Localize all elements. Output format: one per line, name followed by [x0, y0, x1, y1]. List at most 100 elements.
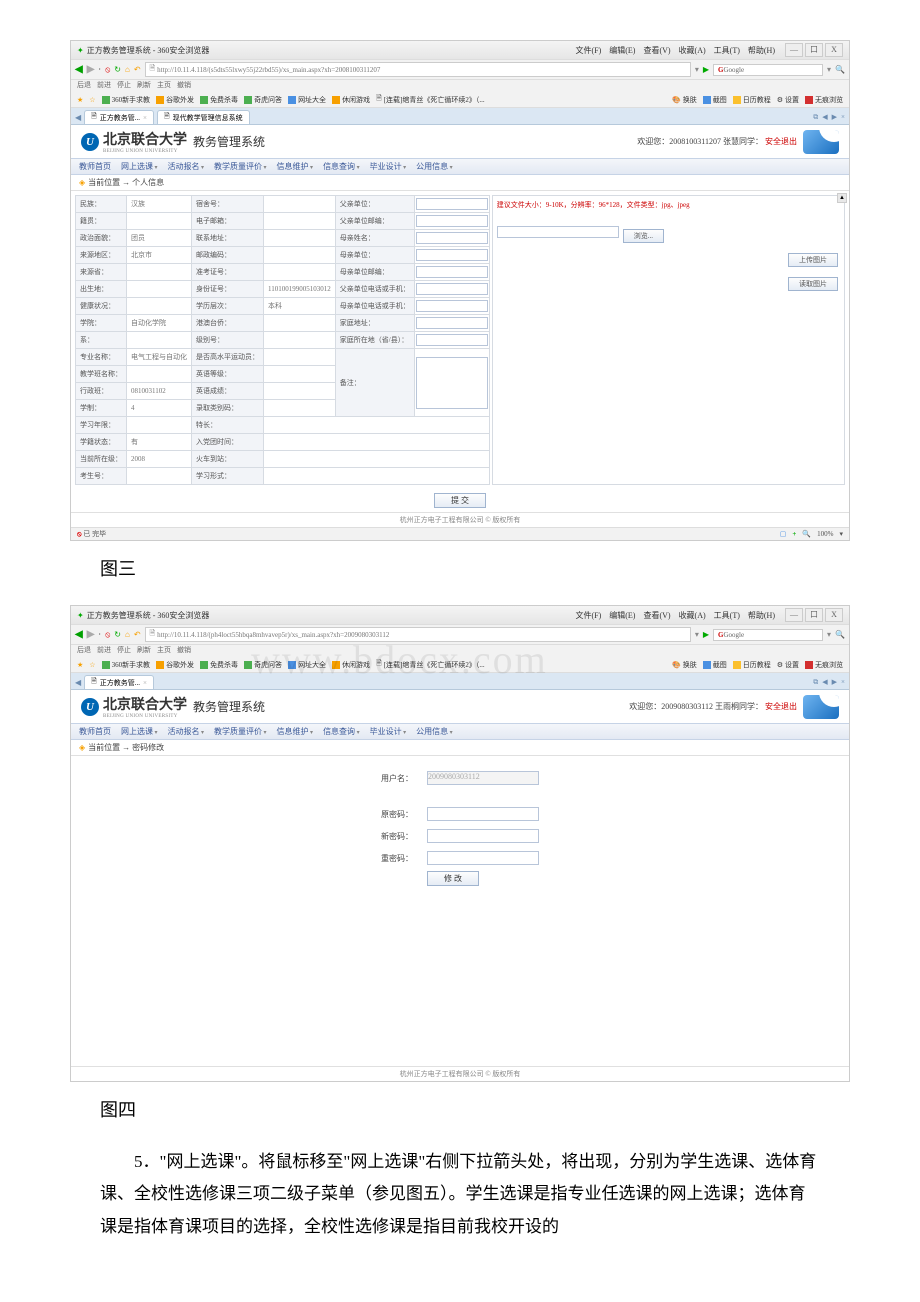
- input-remark[interactable]: [416, 357, 488, 409]
- input-mother-zip[interactable]: [416, 266, 488, 278]
- address-bar[interactable]: 🗎 http://10.11.4.118/(s5dts55lxwy55j22rb…: [145, 62, 691, 77]
- tab-1[interactable]: 🗎 正方教务管... ×: [84, 110, 154, 124]
- load-image-button[interactable]: 读取图片: [788, 277, 838, 291]
- restore-button[interactable]: 口: [805, 608, 823, 622]
- bm-capture[interactable]: 截图: [703, 95, 727, 105]
- bm-4[interactable]: 奇虎问答: [244, 659, 282, 670]
- tabstrip-icon[interactable]: ▶: [832, 678, 837, 687]
- menu-edit[interactable]: 编辑(E): [609, 610, 635, 621]
- bm-calendar[interactable]: 日历教程: [733, 660, 771, 670]
- status-add-icon[interactable]: +: [792, 530, 796, 538]
- star-add-icon[interactable]: ☆: [89, 96, 95, 104]
- menu-grad-design[interactable]: 毕业设计: [370, 726, 407, 737]
- zoom-icon[interactable]: 🔍: [802, 530, 811, 538]
- go-button[interactable]: ▶: [703, 65, 709, 74]
- restore-tab-button[interactable]: ↶: [134, 630, 141, 639]
- home-button[interactable]: ⌂: [125, 630, 130, 639]
- minimize-button[interactable]: —: [785, 43, 803, 57]
- go-button[interactable]: ▶: [703, 630, 709, 639]
- menu-tools[interactable]: 工具(T): [714, 610, 740, 621]
- menu-tools[interactable]: 工具(T): [714, 45, 740, 56]
- minimize-button[interactable]: —: [785, 608, 803, 622]
- bm-7[interactable]: 🗎[连载]绾青丝《死亡循环续2》（...: [376, 659, 485, 670]
- menu-favorites[interactable]: 收藏(A): [679, 610, 706, 621]
- close-button[interactable]: X: [825, 608, 843, 622]
- search-box[interactable]: G Google: [713, 64, 823, 76]
- menu-info-query[interactable]: 信息查询: [323, 726, 360, 737]
- browse-button[interactable]: 浏览...: [623, 229, 664, 243]
- address-bar[interactable]: 🗎 http://10.11.4.118/(ph4loct55hbqa8mhva…: [145, 627, 691, 642]
- input-mother-unit[interactable]: [416, 249, 488, 261]
- submit-button[interactable]: 提 交: [434, 493, 486, 508]
- logout-link[interactable]: 安全退出: [765, 702, 797, 711]
- menu-public-info[interactable]: 公用信息: [416, 726, 453, 737]
- menu-grad-design[interactable]: 毕业设计: [370, 161, 407, 172]
- menu-activity[interactable]: 活动报名: [168, 726, 205, 737]
- menu-home[interactable]: 教师首页: [79, 161, 111, 172]
- star-icon[interactable]: ★: [77, 661, 83, 669]
- tab-close-icon[interactable]: ×: [143, 679, 147, 687]
- input-mother-name[interactable]: [416, 232, 488, 244]
- tab-close-icon[interactable]: ×: [143, 114, 147, 122]
- reload-button[interactable]: ↻: [114, 65, 121, 74]
- menu-quality[interactable]: 教学质量评价: [214, 726, 267, 737]
- status-download-icon[interactable]: ▢: [780, 530, 787, 538]
- bm-1[interactable]: 360新手求教: [102, 659, 151, 670]
- menu-view[interactable]: 查看(V): [643, 45, 670, 56]
- input-father-zip[interactable]: [416, 215, 488, 227]
- bm-skin[interactable]: 🎨换肤: [672, 95, 697, 105]
- tabstrip-icon[interactable]: ◀: [822, 678, 827, 687]
- tabstrip-icon[interactable]: ◀: [822, 113, 827, 122]
- menu-info-maintain[interactable]: 信息维护: [277, 726, 314, 737]
- input-mother-phone[interactable]: [416, 300, 488, 312]
- old-password-input[interactable]: [427, 807, 539, 821]
- bm-3[interactable]: 免费杀毒: [200, 94, 238, 105]
- menu-favorites[interactable]: 收藏(A): [679, 45, 706, 56]
- bm-incognito[interactable]: 无痕浏览: [805, 95, 843, 105]
- bm-settings[interactable]: ⚙设置: [777, 95, 799, 105]
- tab-2[interactable]: 🗎 现代教学管理信息系统: [157, 110, 250, 124]
- stop-button[interactable]: ⦸: [105, 630, 110, 640]
- tabstrip-icon[interactable]: ×: [841, 678, 845, 687]
- bm-calendar[interactable]: 日历教程: [733, 95, 771, 105]
- search-glass-icon[interactable]: 🔍: [835, 630, 845, 639]
- back-button[interactable]: ◀: [75, 629, 83, 640]
- menu-activity[interactable]: 活动报名: [168, 161, 205, 172]
- url-dropdown-icon[interactable]: ▾: [695, 630, 699, 639]
- input-family-addr[interactable]: [416, 317, 488, 329]
- tabstrip-icon[interactable]: ×: [841, 113, 845, 122]
- menu-course-select[interactable]: 网上选课: [121, 161, 158, 172]
- bm-2[interactable]: 谷歌外发: [156, 94, 194, 105]
- bm-7[interactable]: 🗎[连载]绾青丝《死亡循环续2》（...: [376, 94, 485, 105]
- menu-edit[interactable]: 编辑(E): [609, 45, 635, 56]
- tab-nav-left[interactable]: ◀: [75, 678, 81, 687]
- input-father-phone[interactable]: [416, 283, 488, 295]
- tabstrip-icon[interactable]: ⧉: [813, 678, 818, 687]
- menu-file[interactable]: 文件(F): [575, 610, 601, 621]
- bm-2[interactable]: 谷歌外发: [156, 659, 194, 670]
- bm-4[interactable]: 奇虎问答: [244, 94, 282, 105]
- bm-3[interactable]: 免费杀毒: [200, 659, 238, 670]
- menu-quality[interactable]: 教学质量评价: [214, 161, 267, 172]
- menu-help[interactable]: 帮助(H): [748, 610, 775, 621]
- menu-public-info[interactable]: 公用信息: [416, 161, 453, 172]
- reload-button[interactable]: ↻: [114, 630, 121, 639]
- back-button[interactable]: ◀: [75, 64, 83, 75]
- tabstrip-icon[interactable]: ⧉: [813, 113, 818, 122]
- new-password-input[interactable]: [427, 829, 539, 843]
- tab-1[interactable]: 🗎 正方教务管... ×: [84, 675, 154, 689]
- menu-info-query[interactable]: 信息查询: [323, 161, 360, 172]
- logout-link[interactable]: 安全退出: [765, 137, 797, 146]
- menu-course-select[interactable]: 网上选课: [121, 726, 158, 737]
- star-icon[interactable]: ★: [77, 96, 83, 104]
- close-button[interactable]: X: [825, 43, 843, 57]
- confirm-password-input[interactable]: [427, 851, 539, 865]
- menu-help[interactable]: 帮助(H): [748, 45, 775, 56]
- bm-5[interactable]: 网址大全: [288, 94, 326, 105]
- scroll-up-icon[interactable]: ▲: [837, 193, 847, 203]
- bm-capture[interactable]: 截图: [703, 660, 727, 670]
- star-add-icon[interactable]: ☆: [89, 661, 95, 669]
- restore-tab-button[interactable]: ↶: [134, 65, 141, 74]
- file-path-input[interactable]: [497, 226, 619, 238]
- bm-settings[interactable]: ⚙设置: [777, 660, 799, 670]
